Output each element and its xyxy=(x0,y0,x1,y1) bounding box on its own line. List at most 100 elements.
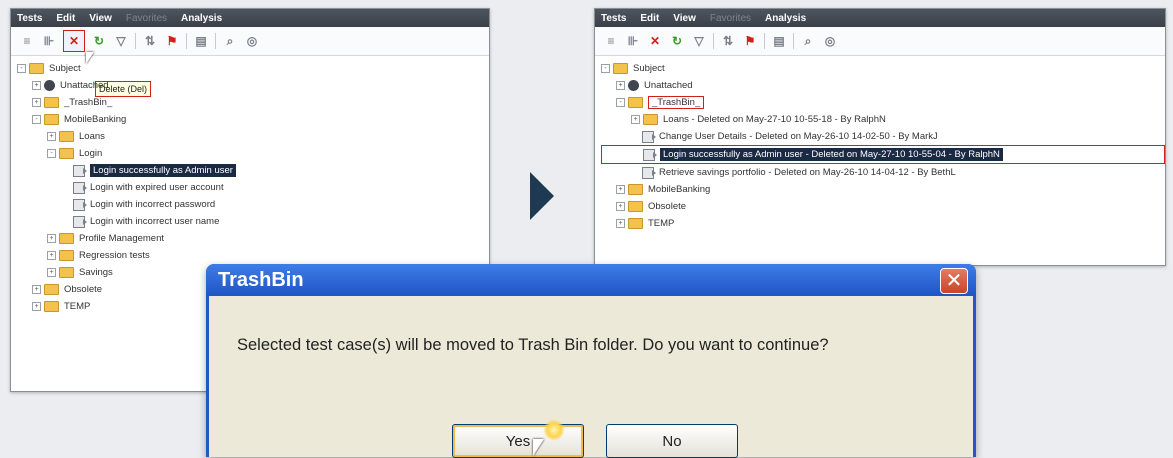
find-icon[interactable]: ⌕ xyxy=(800,33,816,49)
sort-icon[interactable]: ⇅ xyxy=(720,33,736,49)
test-tree: - Subject + Unattached - _TrashBin_ + Loans - D… xyxy=(595,56,1165,232)
expand-icon[interactable]: + xyxy=(47,251,56,260)
tree-label: Unattached xyxy=(644,80,693,91)
delete-icon[interactable]: ✕ xyxy=(63,30,85,52)
tree-label: Login with incorrect user name xyxy=(90,216,220,227)
close-icon[interactable]: ✕ xyxy=(940,268,968,294)
menu-favorites[interactable]: Favorites xyxy=(710,13,751,24)
test-case-icon xyxy=(73,164,87,177)
tree-label: Regression tests xyxy=(79,250,150,261)
refresh-icon[interactable]: ↻ xyxy=(91,33,107,49)
menu-analysis[interactable]: Analysis xyxy=(765,13,806,24)
tree-label: Loans xyxy=(79,131,105,142)
expand-icon[interactable]: + xyxy=(32,302,41,311)
tree-row[interactable]: Change User Details - Deleted on May-26-… xyxy=(601,128,1165,145)
tree-row[interactable]: + Obsolete xyxy=(601,198,1165,215)
no-button[interactable]: No xyxy=(606,424,738,458)
tree-row[interactable]: + _TrashBin_ xyxy=(17,94,489,111)
tree-row[interactable]: + Profile Management xyxy=(17,230,489,247)
tree-row[interactable]: - Login xyxy=(17,145,489,162)
expand-icon[interactable]: + xyxy=(47,234,56,243)
tree-row[interactable]: Login with expired user account xyxy=(17,179,489,196)
tree-row[interactable]: - Subject xyxy=(601,60,1165,77)
tree-label: Login xyxy=(79,148,103,159)
expand-icon[interactable]: + xyxy=(32,98,41,107)
tree-label: Savings xyxy=(79,267,113,278)
tree-row[interactable]: Login with incorrect password xyxy=(17,196,489,213)
tree-label: Unattached xyxy=(60,80,109,91)
menu-bar: Tests Edit View Favorites Analysis xyxy=(11,9,489,27)
expand-icon[interactable]: + xyxy=(616,202,625,211)
tree-label: TEMP xyxy=(648,218,675,229)
tree-row[interactable]: Login with incorrect user name xyxy=(17,213,489,230)
menu-tests[interactable]: Tests xyxy=(17,13,42,24)
grid-icon[interactable]: ≡ xyxy=(19,33,35,49)
menu-view[interactable]: View xyxy=(89,13,112,24)
expand-icon[interactable]: + xyxy=(47,268,56,277)
tree-icon[interactable]: ⊪ xyxy=(41,33,57,49)
menu-favorites[interactable]: Favorites xyxy=(126,13,167,24)
filter-icon[interactable]: ▽ xyxy=(691,33,707,49)
grid-icon[interactable]: ≡ xyxy=(603,33,619,49)
tree-row[interactable]: + MobileBanking xyxy=(601,181,1165,198)
tree-row[interactable]: + Loans - Deleted on May-27-10 10-55-18 -… xyxy=(601,111,1165,128)
expand-icon[interactable]: + xyxy=(616,81,625,90)
find-icon[interactable]: ⌕ xyxy=(222,33,238,49)
expand-icon[interactable]: + xyxy=(616,185,625,194)
expand-icon[interactable]: + xyxy=(32,285,41,294)
folder-icon xyxy=(44,114,59,125)
sort-icon[interactable]: ⇅ xyxy=(142,33,158,49)
expand-icon[interactable]: + xyxy=(47,132,56,141)
no-button-label: No xyxy=(662,432,682,450)
collapse-icon[interactable]: - xyxy=(32,115,41,124)
tree-row[interactable]: Login successfully as Admin user - Delet… xyxy=(601,145,1165,164)
menu-tests[interactable]: Tests xyxy=(601,13,626,24)
zoom-icon[interactable]: ◎ xyxy=(244,33,260,49)
menu-edit[interactable]: Edit xyxy=(56,13,75,24)
tree-row[interactable]: + Loans xyxy=(17,128,489,145)
tree-label: _TrashBin_ xyxy=(648,96,705,109)
flag-icon[interactable]: ⚑ xyxy=(742,33,758,49)
transition-arrow-icon xyxy=(530,172,554,220)
collapse-icon[interactable]: - xyxy=(601,64,610,73)
tree-row[interactable]: - _TrashBin_ xyxy=(601,94,1165,111)
tree-row[interactable]: - MobileBanking xyxy=(17,111,489,128)
menu-edit[interactable]: Edit xyxy=(640,13,659,24)
flag-icon[interactable]: ⚑ xyxy=(164,33,180,49)
filter-icon[interactable]: ▽ xyxy=(113,33,129,49)
expand-icon[interactable]: + xyxy=(32,81,41,90)
test-case-icon xyxy=(643,148,657,161)
folder-icon xyxy=(59,267,74,278)
tree-row[interactable]: + Unattached xyxy=(17,77,489,94)
tree-row[interactable]: Retrieve savings portfolio - Deleted on … xyxy=(601,164,1165,181)
refresh-icon[interactable]: ↻ xyxy=(669,33,685,49)
tree-icon[interactable]: ⊪ xyxy=(625,33,641,49)
test-case-icon xyxy=(73,198,87,211)
tree-label: Login with expired user account xyxy=(90,182,224,193)
collapse-icon[interactable]: - xyxy=(47,149,56,158)
unattached-icon xyxy=(628,80,639,91)
delete-icon[interactable]: ✕ xyxy=(647,33,663,49)
collapse-icon[interactable]: - xyxy=(17,64,26,73)
tree-row[interactable]: Login successfully as Admin user xyxy=(17,162,489,179)
tree-label: TEMP xyxy=(64,301,91,312)
trashbin-dialog: TrashBin ✕ Selected test case(s) will be… xyxy=(206,264,976,458)
expand-icon[interactable]: + xyxy=(616,219,625,228)
tree-row[interactable]: + TEMP xyxy=(601,215,1165,232)
collapse-icon[interactable]: - xyxy=(616,98,625,107)
view-icon[interactable]: ▤ xyxy=(193,33,209,49)
menu-bar: Tests Edit View Favorites Analysis xyxy=(595,9,1165,27)
yes-button-label: Yes xyxy=(505,432,531,450)
folder-icon xyxy=(44,284,59,295)
tree-row[interactable]: + Unattached xyxy=(601,77,1165,94)
folder-icon xyxy=(628,184,643,195)
zoom-icon[interactable]: ◎ xyxy=(822,33,838,49)
yes-button[interactable]: Yes xyxy=(452,419,584,458)
folder-icon xyxy=(59,131,74,142)
menu-view[interactable]: View xyxy=(673,13,696,24)
expand-icon[interactable]: + xyxy=(631,115,640,124)
dialog-body: Selected test case(s) will be moved to T… xyxy=(209,296,973,458)
menu-analysis[interactable]: Analysis xyxy=(181,13,222,24)
view-icon[interactable]: ▤ xyxy=(771,33,787,49)
tree-row[interactable]: + Regression tests xyxy=(17,247,489,264)
